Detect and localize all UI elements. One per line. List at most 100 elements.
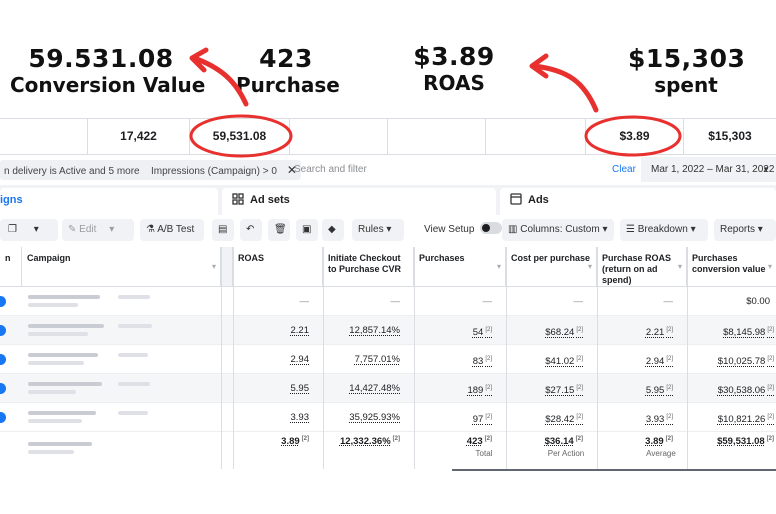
filter-chip-delivery[interactable]: n delivery is Active and 5 more✕	[0, 160, 164, 180]
column-header-purchase-roas[interactable]: Purchase ROAS (return on ad spend) ▾	[597, 247, 687, 287]
campaign-meta-redacted	[118, 353, 148, 357]
table-row[interactable]: 2.94 7,757.01% 83 [2] $41.02 [2] 2.94 [2] $…	[0, 345, 776, 374]
preview-icon: ▣	[302, 224, 312, 235]
arrowhead-conversion-value	[189, 47, 209, 73]
total-proas-sub: Average	[646, 449, 676, 458]
column-divider	[687, 247, 688, 469]
column-divider	[414, 247, 415, 469]
footnote-marker: [2]	[666, 414, 673, 420]
footnote-marker: [2]	[767, 356, 774, 362]
spent-annotation: $15,303 spent	[628, 44, 746, 97]
footnote-marker: [2]	[576, 356, 583, 362]
grid-icon	[232, 193, 244, 205]
footnote-marker: [2]	[666, 356, 673, 362]
filter-chip-impressions[interactable]: Impressions (Campaign) > 0 ✕	[147, 160, 301, 180]
cell-roas: 5.95	[290, 383, 310, 394]
totals-row: 3.89 [2] 12,332.36% [2] 423 [2] Total $36.1…	[0, 432, 776, 469]
edit-button[interactable]: ✎ Edit ▾	[62, 219, 134, 241]
footnote-marker: [2]	[576, 327, 583, 333]
view-setup-label: View Setup	[424, 224, 475, 235]
cell-cvr: 35,925.93%	[349, 412, 400, 423]
summary-cell-empty-4	[486, 119, 586, 154]
tab-campaigns-label: igns	[0, 194, 23, 206]
reports-button[interactable]: Reports ▾	[714, 219, 776, 241]
footnote-marker: [2]	[485, 385, 492, 391]
chevron-down-icon: ▾	[690, 224, 696, 235]
total-cvr: 12,332.36% [2]	[339, 436, 400, 448]
summary-cell-empty-3	[388, 119, 486, 154]
search-input[interactable]: Search and filter	[294, 160, 367, 180]
cell-cost-per-purchase: $28.42 [2]	[545, 414, 583, 426]
breakdown-icon: ☰	[626, 224, 635, 235]
spent-amount: $15,303	[628, 44, 746, 73]
table-row[interactable]: 3.93 35,925.93% 97 [2] $28.42 [2] 3.93 [2] …	[0, 403, 776, 432]
delete-button[interactable]: 🗑	[268, 219, 290, 241]
campaign-name-redacted	[28, 450, 74, 454]
columns-label: Columns: Custom	[520, 224, 600, 235]
column-header-campaign[interactable]: Campaign ▾	[22, 247, 221, 287]
column-header-roas[interactable]: ROAS	[233, 247, 323, 287]
sort-icon[interactable]: ▾	[497, 261, 501, 272]
horizontal-scrollbar[interactable]	[452, 469, 776, 471]
duplicate-button[interactable]: ❐ ▾	[2, 219, 58, 241]
chevron-down-icon: ▾	[602, 224, 608, 235]
ab-test-button[interactable]: ⚗ A/B Test	[140, 219, 204, 241]
rules-button[interactable]: Rules ▾	[352, 219, 404, 241]
tag-icon: ◆	[328, 224, 336, 235]
sort-icon[interactable]: ▾	[588, 261, 592, 272]
cell-roas: —	[299, 296, 310, 307]
status-toggle[interactable]	[0, 383, 6, 394]
table-row[interactable]: 5.95 14,427.48% 189 [2] $27.15 [2] 5.95 [2]…	[0, 374, 776, 403]
date-range-label: Mar 1, 2022 – Mar 31, 2022	[651, 164, 775, 175]
cell-cost-per-purchase: $27.15 [2]	[545, 385, 583, 397]
status-toggle[interactable]	[0, 354, 6, 365]
columns-button[interactable]: ▥ Columns: Custom ▾	[502, 219, 614, 241]
sort-icon[interactable]: ▾	[768, 261, 772, 272]
tab-campaigns[interactable]: igns	[0, 188, 218, 215]
view-setup-toggle[interactable]: View Setup	[418, 219, 508, 241]
sort-icon[interactable]: ▾	[678, 261, 682, 272]
cell-conversion-value: $10,025.78 [2]	[717, 356, 774, 368]
clipboard-button[interactable]: ▤	[212, 219, 234, 241]
column-header-conversion-value[interactable]: Purchases conversion value ▾	[687, 247, 776, 287]
cell-cost-per-purchase: $41.02 [2]	[545, 356, 583, 368]
ad-icon	[510, 193, 522, 205]
date-range-picker[interactable]: Mar 1, 2022 – Mar 31, 2022 ▼	[641, 157, 776, 182]
summary-cell-roas: $3.89	[586, 119, 684, 154]
sort-icon[interactable]: ▾	[212, 261, 216, 272]
tab-ads[interactable]: Ads	[500, 188, 776, 215]
footnote-marker: [2]	[485, 327, 492, 333]
cell-purchases: 97 [2]	[472, 414, 492, 426]
status-toggle[interactable]	[0, 325, 6, 336]
breakdown-button[interactable]: ☰ Breakdown ▾	[620, 219, 708, 241]
arrow-roas	[531, 63, 599, 113]
campaign-name-redacted	[28, 332, 88, 336]
campaign-name-redacted	[28, 442, 92, 446]
preview-button[interactable]: ▣	[296, 219, 318, 241]
arrowhead-roas	[529, 53, 549, 79]
status-toggle[interactable]	[0, 412, 6, 423]
tab-ad-sets[interactable]: Ad sets	[222, 188, 496, 215]
column-header-checkout-cvr[interactable]: Initiate Checkout to Purchase CVR	[323, 247, 414, 287]
breakdown-label: Breakdown	[637, 224, 688, 235]
undo-button[interactable]: ↶	[240, 219, 262, 241]
table-row[interactable]: — — — — — $0.00	[0, 287, 776, 316]
column-header-purchases[interactable]: Purchases ▾	[414, 247, 506, 287]
column-header-cost-per-purchase[interactable]: Cost per purchase ▾	[506, 247, 597, 287]
total-roas: 3.89 [2]	[281, 436, 309, 448]
columns-icon: ▥	[508, 224, 518, 235]
filter-chip-impressions-label: Impressions (Campaign) > 0	[151, 166, 277, 177]
toggle-switch[interactable]	[480, 222, 503, 234]
tag-button[interactable]: ◆	[322, 219, 344, 241]
table-row[interactable]: 2.21 12,857.14% 54 [2] $68.24 [2] 2.21 [2] …	[0, 316, 776, 345]
campaign-meta-redacted	[118, 324, 152, 328]
status-toggle[interactable]	[0, 296, 6, 307]
footnote-marker: [2]	[485, 356, 492, 362]
campaign-name-redacted	[28, 382, 102, 386]
campaign-name-redacted	[28, 419, 82, 423]
clear-filters-link[interactable]: Clear	[612, 160, 636, 180]
cell-cost-per-purchase: $68.24 [2]	[545, 327, 583, 339]
campaign-meta-redacted	[118, 295, 150, 299]
total-cost-per-purchase: $36.14 [2]	[544, 436, 583, 448]
column-header-status[interactable]: n	[0, 247, 22, 287]
